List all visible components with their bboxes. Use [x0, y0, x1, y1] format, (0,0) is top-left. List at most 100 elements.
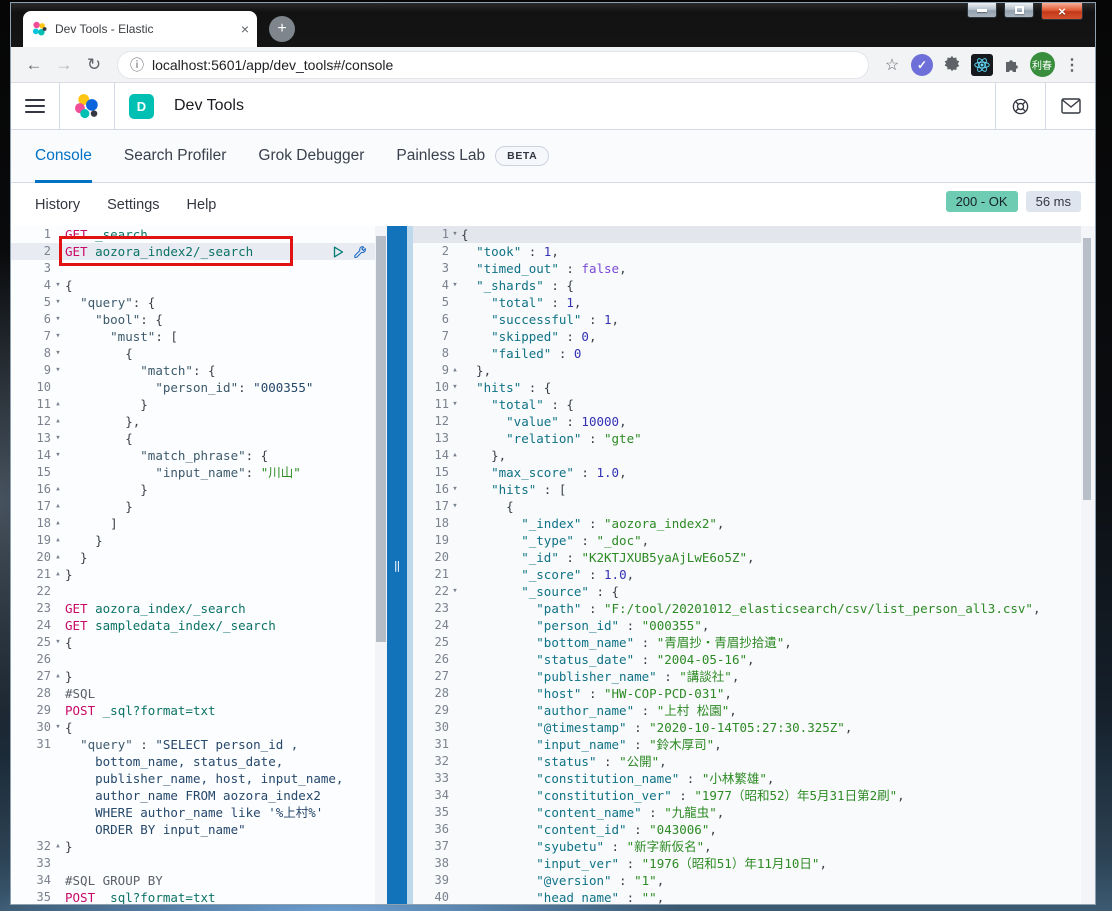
back-button[interactable]: ←: [21, 52, 47, 78]
fold-toggle-icon[interactable]: ▾: [51, 294, 65, 311]
browser-menu-icon[interactable]: ⋮: [1064, 55, 1080, 75]
minimize-button[interactable]: [967, 3, 997, 18]
fold-toggle-icon[interactable]: ▴: [51, 566, 65, 583]
fold-toggle-icon[interactable]: ▴: [449, 362, 461, 379]
fold-toggle-icon[interactable]: ▾: [51, 719, 65, 736]
line-number: 6: [441, 312, 449, 326]
extensions-menu-button[interactable]: [999, 52, 1025, 78]
response-line: 40 "head_name" : "",: [413, 889, 1095, 904]
panel-resizer-handle[interactable]: ‖: [387, 226, 407, 904]
fold-toggle-icon[interactable]: ▾: [51, 634, 65, 651]
fold-toggle-icon[interactable]: ▴: [449, 447, 461, 464]
fold-toggle-icon[interactable]: ▾: [51, 345, 65, 362]
fold-toggle-icon[interactable]: ▾: [449, 226, 461, 243]
profile-avatar[interactable]: 利春: [1029, 52, 1055, 78]
line-number: 28: [434, 686, 449, 700]
fold-toggle-icon[interactable]: ▾: [449, 396, 461, 413]
wrench-icon[interactable]: [352, 245, 367, 260]
extension-check-button[interactable]: ✓: [909, 52, 935, 78]
fold-toggle-icon[interactable]: ▾: [51, 447, 65, 464]
maximize-button[interactable]: [1004, 3, 1034, 18]
response-line: 4 ▾ "_shards" : {: [413, 277, 1095, 294]
extension-react-devtools-button[interactable]: [969, 52, 995, 78]
fold-toggle-icon[interactable]: ▾: [51, 362, 65, 379]
request-editor[interactable]: 1 GET _search 2 GET aozora_index2/_search 3 4…: [11, 226, 387, 904]
send-request-button[interactable]: [331, 245, 345, 259]
fold-toggle-icon[interactable]: ▴: [51, 498, 65, 515]
url-text[interactable]: localhost:5601/app/dev_tools#/console: [152, 57, 393, 73]
fold-toggle-icon[interactable]: ▴: [51, 396, 65, 413]
bookmark-star-icon[interactable]: ☆: [885, 55, 899, 75]
history-link[interactable]: History: [35, 197, 80, 213]
response-viewer[interactable]: 1 ▾{2 "took" : 1, 3 "timed_out" : false, 4 ▾…: [413, 226, 1095, 904]
editor-line: 30 ▾{: [11, 719, 387, 736]
code-text: "hits" : {: [476, 380, 552, 395]
code-text: "_index" : "aozora_index2",: [521, 516, 725, 531]
line-number: 27: [434, 669, 449, 683]
newsfeed-button[interactable]: [1045, 83, 1095, 129]
code-text: {: [461, 499, 514, 514]
fold-toggle-icon[interactable]: ▴: [51, 838, 65, 855]
line-number: [11, 770, 51, 787]
code-text: {: [65, 431, 133, 446]
extension-adblock-button[interactable]: [939, 52, 965, 78]
close-button[interactable]: ×: [1041, 3, 1083, 20]
help-button[interactable]: [995, 83, 1045, 129]
response-line: 12 "value" : 10000,: [413, 413, 1095, 430]
tab-console[interactable]: Console: [35, 130, 92, 183]
code-text: "@version" : "1",: [536, 873, 665, 888]
reload-button[interactable]: ↻: [81, 52, 107, 78]
fold-toggle-icon[interactable]: ▾: [51, 311, 65, 328]
site-info-icon[interactable]: ⓘ: [130, 55, 144, 75]
line-number: 24: [36, 618, 51, 632]
fold-toggle-icon[interactable]: ▾: [51, 277, 65, 294]
fold-toggle-icon[interactable]: ▴: [51, 413, 65, 430]
react-icon: [971, 53, 993, 76]
fold-toggle-icon[interactable]: ▾: [449, 498, 461, 515]
fold-toggle-icon[interactable]: ▴: [51, 515, 65, 532]
tab-grok-debugger[interactable]: Grok Debugger: [258, 130, 364, 182]
fold-toggle-icon[interactable]: ▴: [51, 549, 65, 566]
space-selector[interactable]: D: [115, 83, 168, 129]
browser-tab[interactable]: Dev Tools - Elastic ×: [23, 11, 257, 47]
fold-toggle-icon[interactable]: ▾: [449, 481, 461, 498]
maximize-icon: [1014, 6, 1024, 14]
response-scrollbar-thumb[interactable]: [1083, 238, 1091, 500]
line-number: 23: [36, 601, 51, 615]
editor-line: 16 ▴ }: [11, 481, 387, 498]
elastic-logo[interactable]: [60, 83, 114, 129]
response-line: 14 ▴ },: [413, 447, 1095, 464]
new-tab-button[interactable]: +: [269, 16, 295, 42]
code-text: "publisher_name" : "講談社",: [536, 669, 740, 684]
fold-toggle-icon[interactable]: ▴: [51, 668, 65, 685]
line-number: 1: [43, 227, 51, 241]
fold-toggle-icon[interactable]: ▴: [51, 481, 65, 498]
nav-menu-button[interactable]: [11, 83, 59, 129]
forward-button[interactable]: →: [51, 52, 77, 78]
editor-scrollbar-thumb[interactable]: [376, 236, 386, 642]
line-number: 29: [36, 703, 51, 717]
settings-link[interactable]: Settings: [107, 197, 159, 213]
line-number: 13: [36, 431, 51, 445]
tab-close-icon[interactable]: ×: [241, 22, 249, 36]
code-text: "_score" : 1.0,: [521, 567, 635, 582]
line-number: 7: [441, 329, 449, 343]
code-text: #SQL GROUP BY: [65, 873, 163, 888]
fold-toggle-icon[interactable]: ▾: [449, 583, 461, 600]
fold-toggle-icon[interactable]: ▾: [449, 277, 461, 294]
line-number: 32: [36, 839, 51, 853]
fold-toggle-icon[interactable]: ▴: [51, 532, 65, 549]
code-text: "skipped" : 0,: [491, 329, 597, 344]
fold-toggle-icon[interactable]: ▾: [449, 379, 461, 396]
address-bar[interactable]: ⓘ localhost:5601/app/dev_tools#/console: [117, 50, 869, 79]
tab-painless-lab[interactable]: Painless Lab BETA: [396, 130, 550, 182]
fold-toggle-icon[interactable]: ▾: [51, 430, 65, 447]
tab-search-profiler[interactable]: Search Profiler: [124, 130, 227, 182]
fold-toggle-icon[interactable]: ▾: [51, 328, 65, 345]
help-link[interactable]: Help: [187, 197, 217, 213]
